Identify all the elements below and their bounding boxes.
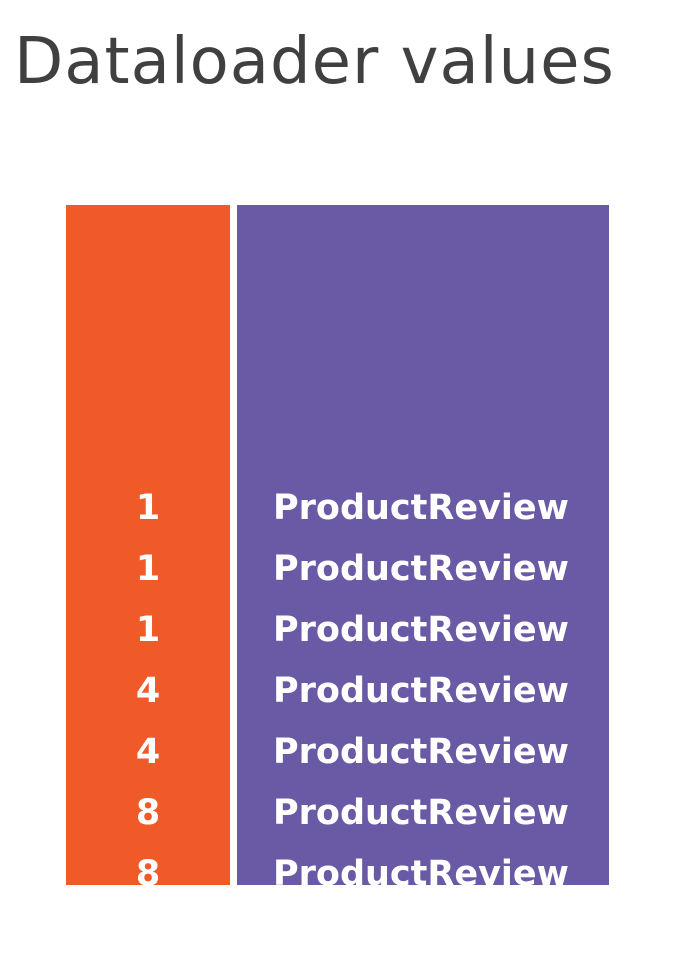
key-item: 1 bbox=[135, 549, 161, 589]
value-item: ProductReview bbox=[273, 915, 569, 955]
key-item: 8 bbox=[135, 854, 161, 894]
value-item: ProductReview bbox=[273, 854, 569, 894]
value-item: ProductReview bbox=[273, 793, 569, 833]
key-item: 8 bbox=[135, 793, 161, 833]
key-item: 4 bbox=[135, 671, 161, 711]
values-column: ProductReview ProductReview ProductRevie… bbox=[237, 205, 609, 955]
value-item: ProductReview bbox=[273, 549, 569, 589]
slide-title: Dataloader values bbox=[14, 25, 615, 99]
value-item: ProductReview bbox=[273, 732, 569, 772]
values-list: ProductReview ProductReview ProductRevie… bbox=[237, 478, 609, 966]
key-item: 4 bbox=[135, 732, 161, 772]
value-item: ProductReview bbox=[273, 610, 569, 650]
value-item: ProductReview bbox=[273, 671, 569, 711]
key-item: 1 bbox=[135, 488, 161, 528]
value-item: ProductReview bbox=[273, 488, 569, 528]
keys-column: 1 1 1 4 4 8 8 8 bbox=[66, 205, 230, 955]
key-item: 8 bbox=[135, 915, 161, 955]
key-item: 1 bbox=[135, 610, 161, 650]
keys-list: 1 1 1 4 4 8 8 8 bbox=[66, 478, 230, 966]
